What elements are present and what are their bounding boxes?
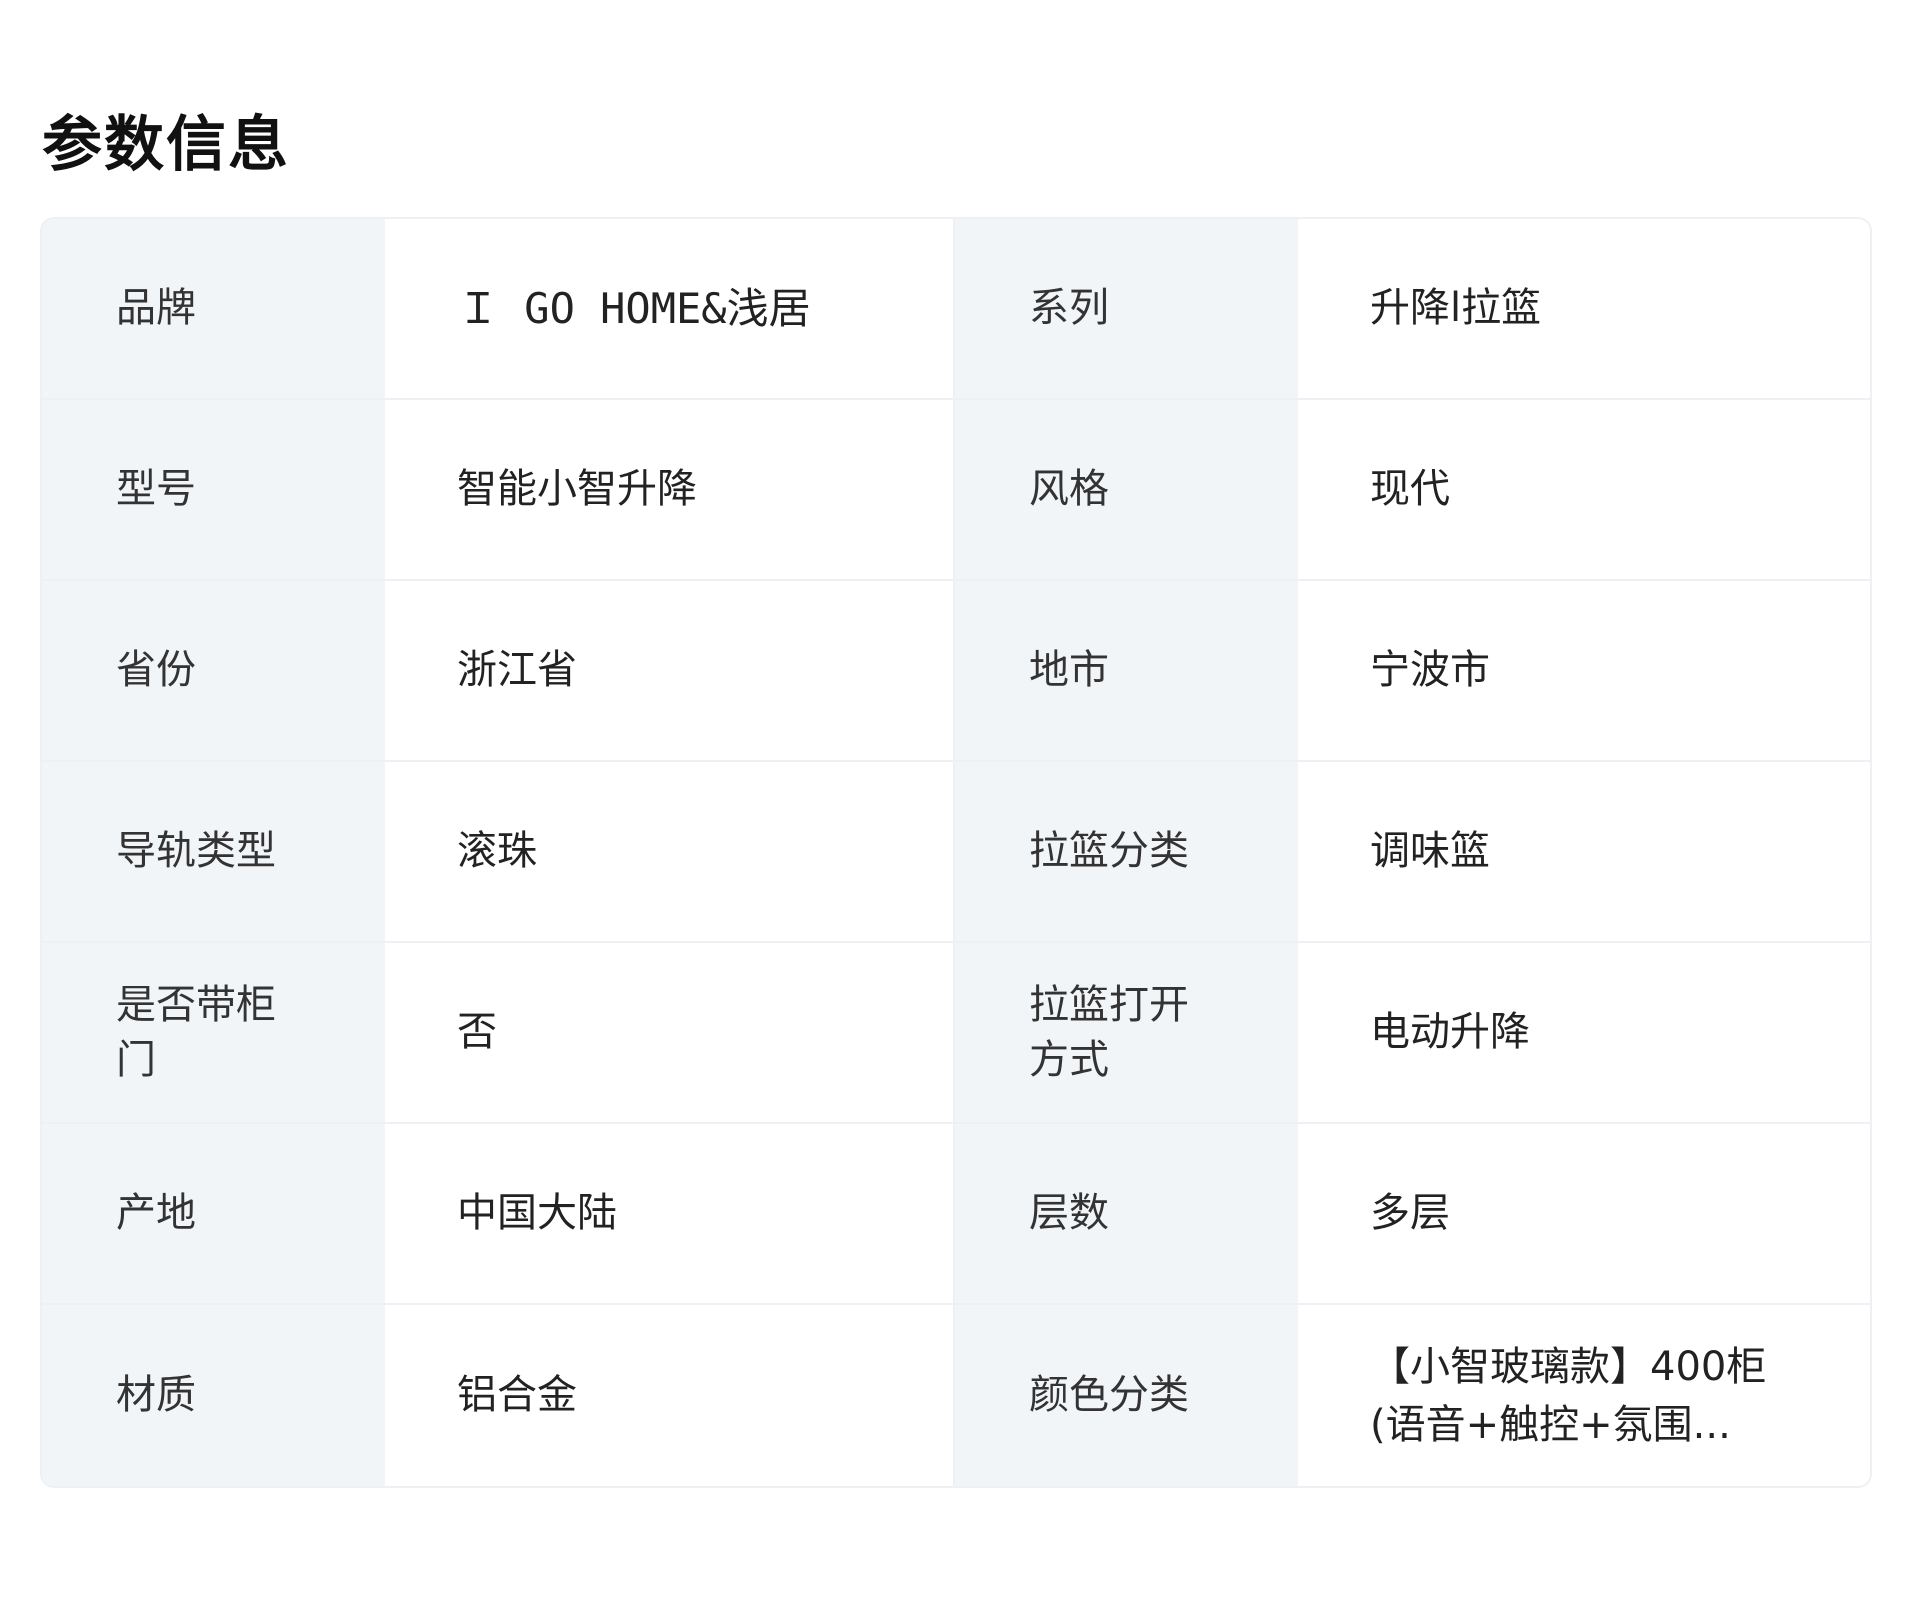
param-label-cabinet-door: 是否带柜门 <box>42 943 385 1124</box>
param-value-style: 现代 <box>1298 400 1870 581</box>
param-label-basket-category: 拉篮分类 <box>955 762 1298 943</box>
param-label-brand: 品牌 <box>42 219 385 400</box>
param-label-opening-method: 拉篮打开方式 <box>955 943 1298 1124</box>
parameter-table: 品牌 Ｉ GO HOME&浅居 系列 升降l拉篮 型号 智能小智升降 风格 现代… <box>42 219 1870 1486</box>
param-label-origin: 产地 <box>42 1124 385 1305</box>
param-value-layers: 多层 <box>1298 1124 1870 1305</box>
param-label-color-category: 颜色分类 <box>955 1305 1298 1486</box>
param-label-province: 省份 <box>42 581 385 762</box>
param-value-province: 浙江省 <box>385 581 955 762</box>
param-value-rail-type: 滚珠 <box>385 762 955 943</box>
param-value-model: 智能小智升降 <box>385 400 955 581</box>
param-value-opening-method: 电动升降 <box>1298 943 1870 1124</box>
param-value-cabinet-door: 否 <box>385 943 955 1124</box>
param-value-color-category: 【小智玻璃款】400柜(语音+触控+氛围... <box>1298 1305 1870 1486</box>
param-label-style: 风格 <box>955 400 1298 581</box>
param-value-origin: 中国大陆 <box>385 1124 955 1305</box>
param-value-city: 宁波市 <box>1298 581 1870 762</box>
param-label-series: 系列 <box>955 219 1298 400</box>
param-value-brand: Ｉ GO HOME&浅居 <box>385 219 955 400</box>
param-label-layers: 层数 <box>955 1124 1298 1305</box>
page-title: 参数信息 <box>42 110 290 180</box>
param-value-material: 铝合金 <box>385 1305 955 1486</box>
param-value-series: 升降l拉篮 <box>1298 219 1870 400</box>
param-value-basket-category: 调味篮 <box>1298 762 1870 943</box>
param-label-rail-type: 导轨类型 <box>42 762 385 943</box>
param-label-city: 地市 <box>955 581 1298 762</box>
param-label-model: 型号 <box>42 400 385 581</box>
param-label-material: 材质 <box>42 1305 385 1486</box>
